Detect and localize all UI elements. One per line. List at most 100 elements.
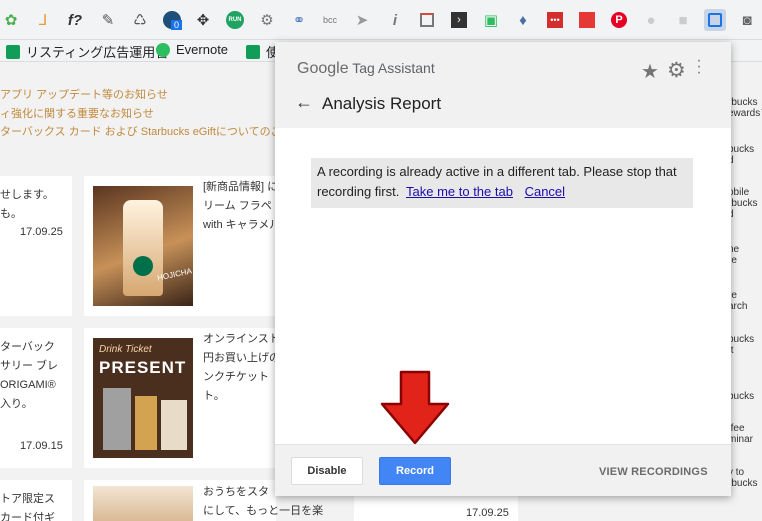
card-line: [新商品情報] に xyxy=(203,181,279,193)
news-card[interactable]: おうちをスタ にして、もっと一日を楽 xyxy=(84,480,323,521)
dots-icon[interactable]: ••• xyxy=(544,9,566,31)
news-card[interactable]: Drink Ticket PRESENT オンラインスト 円お買い上げの ンクチ… xyxy=(84,328,280,468)
evernote-clip-icon[interactable]: ▣ xyxy=(480,9,502,31)
card-date: 17.09.25 xyxy=(466,507,509,519)
news-card[interactable]: HOJICHA [新商品情報] に リーム フラペ with キャラメル xyxy=(84,176,280,316)
move-icon[interactable]: ✥ xyxy=(192,9,214,31)
code-icon[interactable]: › xyxy=(448,9,470,31)
formula-icon[interactable]: f? xyxy=(64,9,86,31)
card-line: 円お買い上げの xyxy=(203,352,280,364)
star-icon[interactable]: ★ xyxy=(641,59,659,84)
side-line: bucks xyxy=(728,334,755,345)
card-date: 17.09.15 xyxy=(20,440,63,452)
card-line: も。 xyxy=(0,208,22,220)
record-button[interactable]: Record xyxy=(379,457,451,485)
tag-badge-icon[interactable]: 0 xyxy=(161,9,183,31)
run-icon[interactable]: RUN xyxy=(224,9,246,31)
bcc-icon[interactable]: bcc xyxy=(319,9,341,31)
side-link[interactable]: rbucksewards™ xyxy=(728,97,762,119)
recycle-icon[interactable]: ♺ xyxy=(129,9,151,31)
brand-logo: Google Tag Assistant xyxy=(297,60,435,78)
back-arrow-icon[interactable]: ← xyxy=(295,92,313,113)
side-line: d xyxy=(728,209,757,220)
news-link[interactable]: アプリ アップデート等のお知らせ xyxy=(0,86,168,102)
bcc-label: bcc xyxy=(322,15,337,25)
pinterest-icon[interactable]: P xyxy=(608,9,630,31)
news-link[interactable]: ィ強化に関する重要なお知らせ xyxy=(0,105,154,121)
side-line: rbucks xyxy=(728,478,758,489)
news-card[interactable]: トア限定ス カード付ギ xyxy=(0,480,72,521)
extension-toolbar: ✿ ⅃ f? ✎ ♺ 0 ✥ RUN ⚙ ⚭ bcc ➤ i › ▣ ♦ •••… xyxy=(0,0,762,40)
bookmark-label: リスティング広告運用管 xyxy=(26,45,169,60)
bookmark-label: Evernote xyxy=(176,42,229,57)
tag-assistant-popup: Google Tag Assistant ★ ⚙ · · · ← Analysis … xyxy=(275,42,731,496)
side-link[interactable]: y to rbucks xyxy=(728,467,757,489)
side-line: rbucks xyxy=(728,198,758,209)
clover-icon[interactable]: ✿ xyxy=(0,9,22,31)
formula-label: f? xyxy=(67,11,83,29)
bookmark-evernote[interactable]: Evernote xyxy=(156,42,228,57)
card-line: おうちをスタ xyxy=(203,486,269,498)
tag-assistant-icon[interactable] xyxy=(704,9,726,31)
side-link[interactable]: obilerbucksd xyxy=(728,187,757,220)
side-line: rbucks xyxy=(728,97,758,108)
card-line: カード付ギ xyxy=(0,512,55,521)
card-line: トア限定ス xyxy=(0,493,55,505)
camera-icon[interactable]: ◙ xyxy=(736,9,758,31)
eyedropper-icon[interactable]: ✎ xyxy=(97,9,119,31)
side-link[interactable]: bucksd xyxy=(728,144,754,166)
window-icon[interactable] xyxy=(416,9,438,31)
promo-label: PRESENT xyxy=(99,358,187,377)
side-line: bucks xyxy=(728,391,755,402)
side-line: minar xyxy=(728,434,754,445)
gear-box-icon[interactable]: ⚙ xyxy=(256,9,278,31)
side-line: ft xyxy=(728,345,754,356)
side-line: ewards™ xyxy=(728,108,762,119)
popup-footer: Disable Record VIEW RECORDINGS xyxy=(275,444,731,496)
info-icon[interactable]: i xyxy=(384,9,406,31)
cursor-icon[interactable]: ➤ xyxy=(351,9,373,31)
drink-ticket-image: Drink Ticket PRESENT xyxy=(93,338,193,458)
side-link[interactable]: bucks xyxy=(728,391,754,402)
disable-button[interactable]: Disable xyxy=(291,457,363,485)
sheet-icon xyxy=(246,44,260,59)
bookmark-icon[interactable]: ⅃ xyxy=(32,9,54,31)
side-link[interactable]: ffee minar xyxy=(728,423,753,445)
card-line: サリー ブレ xyxy=(0,360,59,372)
card-line: 入り。 xyxy=(0,398,33,410)
gear-icon[interactable]: ⚙ xyxy=(667,58,686,83)
more-vert-icon[interactable]: · · · xyxy=(696,53,702,81)
card-line: with キャラメル xyxy=(203,219,281,231)
news-link[interactable]: ターバックス カード および Starbucks eGiftについてのご xyxy=(0,123,282,139)
card-line: ORIGAMI® xyxy=(0,379,56,391)
brand-product: Tag Assistant xyxy=(352,60,435,76)
bookmark-listing[interactable]: リスティング広告運用管 xyxy=(6,42,168,61)
take-me-to-tab-link[interactable]: Take me to the tab xyxy=(406,184,513,199)
checklist-icon[interactable] xyxy=(576,9,598,31)
cancel-link[interactable]: Cancel xyxy=(525,184,565,199)
view-recordings-button[interactable]: VIEW RECORDINGS xyxy=(599,466,708,478)
recording-message: A recording is already active in a diffe… xyxy=(311,158,693,208)
run-label: RUN xyxy=(226,11,244,29)
card-line: ターバック xyxy=(0,341,55,353)
bagel-image xyxy=(93,486,193,521)
side-link[interactable]: bucksft xyxy=(728,334,754,356)
side-line: obile xyxy=(728,187,750,198)
chat-icon[interactable]: ● xyxy=(640,9,662,31)
news-card[interactable]: ターバック サリー ブレ ORIGAMI® 入り。 17.09.15 xyxy=(0,328,72,468)
camera-gray-icon[interactable]: ■ xyxy=(672,9,694,31)
news-card[interactable]: せします。 も。 17.09.25 xyxy=(0,176,72,316)
side-line: y to xyxy=(728,467,745,478)
evernote-icon xyxy=(156,42,170,57)
card-line: リーム フラペ xyxy=(203,200,272,212)
brand-google: Google xyxy=(297,60,349,77)
link-icon[interactable]: ⚭ xyxy=(288,9,310,31)
drop-icon[interactable]: ♦ xyxy=(512,9,534,31)
card-line: ト。 xyxy=(203,390,225,402)
card-date: 17.09.25 xyxy=(20,226,63,238)
report-title: Analysis Report xyxy=(322,94,442,113)
side-line: ffee xyxy=(728,423,745,434)
down-arrow-annotation xyxy=(380,370,450,445)
card-line: せします。 xyxy=(0,189,54,201)
promo-label: Drink Ticket xyxy=(99,344,152,355)
